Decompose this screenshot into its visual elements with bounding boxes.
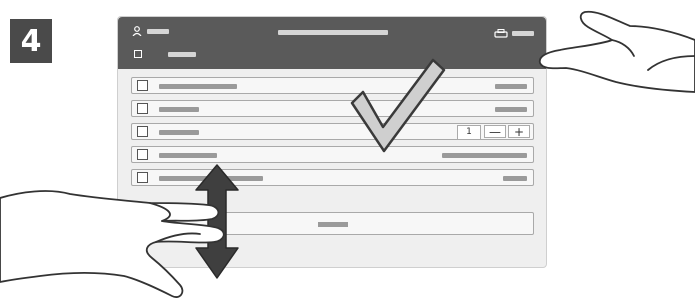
up-down-arrow-icon [195,164,239,279]
gesture-overlay [0,10,695,298]
instruction-illustration: 4 1 — + [0,0,695,302]
check-mark-icon [350,58,446,153]
hand-left-icon [0,190,225,298]
hand-right-icon [538,10,695,93]
